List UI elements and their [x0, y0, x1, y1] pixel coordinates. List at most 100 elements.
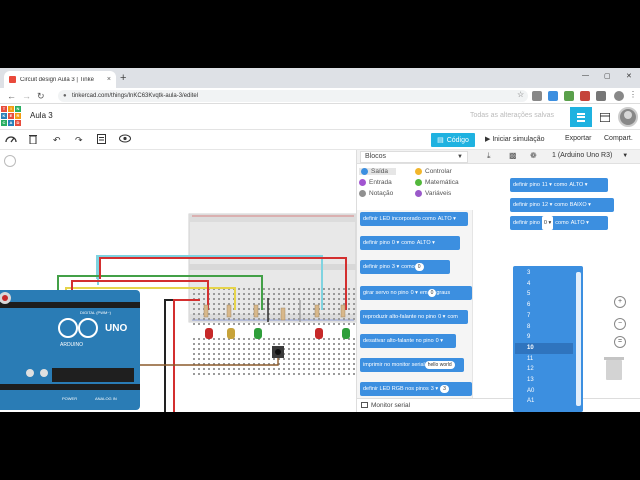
window-maximize-button[interactable]: ▢ [604, 72, 611, 80]
category-controlar[interactable]: Controlar [415, 168, 452, 175]
download-icon[interactable]: ⤓ [487, 151, 491, 161]
block-pin-dropdown[interactable]: 0 ▾ [438, 310, 445, 324]
pushbutton[interactable] [272, 346, 284, 358]
block-pin-dropdown[interactable]: 0 ▾ [436, 334, 443, 348]
category-entrada[interactable]: Entrada [359, 179, 392, 186]
palette-block[interactable]: definir pino 3 ▾ como 0 [360, 260, 450, 274]
resistor[interactable] [226, 304, 232, 318]
device-select[interactable]: 1 (Arduino Uno R3) ▼ [552, 152, 628, 159]
led[interactable] [227, 328, 235, 339]
block-value-dropdown[interactable]: ALTO ▾ [569, 178, 587, 192]
share-button[interactable]: Compart. [604, 135, 633, 142]
block-pin-dropdown[interactable]: 0 ▾ [392, 236, 399, 250]
code-button[interactable]: ▤ Código [431, 133, 475, 147]
debug-icon[interactable]: ❁ [530, 151, 537, 160]
resistor[interactable] [203, 304, 209, 318]
dropdown-option[interactable]: 10 [515, 342, 573, 354]
circuit-canvas[interactable]: UNO ARDUINO DIGITAL (PWM~) ANALOG IN POW… [0, 150, 356, 412]
palette-block[interactable]: desativar alto-falante no pino 0 ▾ [360, 334, 456, 348]
start-simulation-button[interactable]: ▶ Iniciar simulação [485, 135, 544, 143]
extension-icon[interactable] [564, 91, 574, 101]
category-matemática[interactable]: Matemática [415, 179, 459, 186]
block-pin-dropdown[interactable]: 3 ▾ [431, 382, 438, 396]
workspace-block[interactable]: definir pino 0 ▾ como ALTO ▾ [510, 216, 608, 230]
block-pin-dropdown[interactable]: 0 ▾ [541, 216, 554, 230]
block-value-field[interactable]: 0 [414, 262, 424, 271]
tab-close-icon[interactable]: × [107, 76, 111, 83]
zoom-in-icon[interactable]: + [614, 296, 626, 308]
new-tab-button[interactable]: + [120, 71, 126, 85]
redo-icon[interactable]: ↷ [75, 134, 83, 146]
dropdown-option[interactable]: 11 [515, 354, 573, 365]
bookmark-star-icon[interactable]: ☆ [517, 90, 524, 99]
workspace-block[interactable]: definir pino 12 ▾ como BAIXO ▾ [510, 198, 614, 212]
code-mode-select[interactable]: Blocos ▼ [360, 151, 468, 163]
breadboard[interactable] [188, 213, 356, 323]
upload-icon[interactable]: ▩ [509, 151, 517, 160]
palette-block[interactable]: definir LED incorporado como ALTO ▾ [360, 212, 468, 226]
block-value-field[interactable]: hello world [424, 360, 455, 369]
browser-tab[interactable]: Circuit design Aula 3 | Tinke × [4, 71, 116, 88]
led[interactable] [315, 328, 323, 339]
dropdown-option[interactable]: 7 [515, 311, 573, 322]
dropdown-option[interactable]: 3 [515, 268, 573, 279]
dropdown-option[interactable]: A1 [515, 396, 573, 407]
delete-icon[interactable] [29, 134, 37, 147]
resistor[interactable] [314, 304, 320, 318]
dropdown-option[interactable]: 13 [515, 375, 573, 386]
tinkercad-logo[interactable]: TIN KER CAD [1, 106, 21, 126]
dropdown-scrollbar[interactable] [576, 272, 581, 406]
reload-button[interactable]: ↻ [37, 90, 45, 102]
category-notação[interactable]: Notação [359, 190, 393, 197]
undo-icon[interactable]: ↶ [53, 134, 61, 146]
extension-icon[interactable] [548, 91, 558, 101]
palette-block[interactable]: definir pino 0 ▾ como ALTO ▾ [360, 236, 460, 250]
dropdown-option[interactable]: 6 [515, 300, 573, 311]
list-view-button[interactable] [594, 107, 616, 127]
workspace-block[interactable]: definir pino 11 ▾ como ALTO ▾ [510, 178, 608, 192]
extension-icon[interactable] [596, 91, 606, 101]
recenter-icon[interactable]: = [614, 336, 626, 348]
eye-icon[interactable] [119, 134, 131, 146]
notes-icon[interactable] [97, 134, 106, 147]
url-field[interactable]: ● tinkercad.com/things/lnKC63Kvqtk-aula-… [58, 90, 528, 102]
dropdown-option[interactable]: A0 [515, 386, 573, 397]
back-button[interactable]: ← [7, 90, 16, 102]
forward-button[interactable]: → [22, 90, 31, 102]
user-avatar[interactable] [618, 107, 638, 127]
palette-block[interactable]: girar servo no pino 0 ▾ em 0 graus [360, 286, 472, 300]
led[interactable] [254, 328, 262, 339]
extension-icon[interactable] [580, 91, 590, 101]
resistor[interactable] [340, 304, 346, 318]
block-pin-dropdown[interactable]: 12 ▾ [542, 198, 552, 212]
dropdown-option[interactable]: 9 [515, 332, 573, 343]
resistor[interactable] [280, 307, 286, 321]
window-close-button[interactable]: ✕ [626, 72, 632, 80]
block-value-dropdown[interactable]: ALTO ▾ [438, 212, 456, 226]
block-pin-dropdown[interactable]: 11 ▾ [542, 178, 552, 192]
category-variáveis[interactable]: Variáveis [415, 190, 451, 197]
category-saída[interactable]: Saída [359, 168, 396, 175]
profile-avatar[interactable] [614, 91, 624, 101]
block-value-dropdown[interactable]: ALTO ▾ [417, 236, 435, 250]
circuit-view-button[interactable] [570, 107, 592, 127]
led[interactable] [342, 328, 350, 339]
dropdown-option[interactable]: 8 [515, 322, 573, 333]
extension-icon[interactable] [532, 91, 542, 101]
resistor[interactable] [253, 304, 259, 318]
dropdown-option[interactable]: 4 [515, 279, 573, 290]
browser-menu-icon[interactable]: ⋮ [629, 90, 637, 99]
palette-block[interactable]: imprimir no monitor serial hello world [360, 358, 464, 372]
block-value-dropdown[interactable]: ALTO ▾ [571, 216, 589, 230]
rotate-icon[interactable] [5, 134, 17, 147]
serial-monitor-bar[interactable]: Monitor serial [357, 398, 640, 412]
arduino-uno-board[interactable]: UNO ARDUINO DIGITAL (PWM~) ANALOG IN POW… [0, 290, 140, 410]
dropdown-option[interactable]: 12 [515, 364, 573, 375]
block-pin-dropdown[interactable]: 0 ▾ [411, 286, 418, 300]
dropdown-option[interactable]: 5 [515, 289, 573, 300]
palette-block[interactable]: definir LED RGB nos pinos 3 ▾ 3 [360, 382, 472, 396]
palette-block[interactable]: reproduzir alto-falante no pino 0 ▾ com [360, 310, 468, 324]
zoom-out-icon[interactable]: − [614, 318, 626, 330]
led[interactable] [205, 328, 213, 339]
export-button[interactable]: Exportar [565, 135, 591, 142]
